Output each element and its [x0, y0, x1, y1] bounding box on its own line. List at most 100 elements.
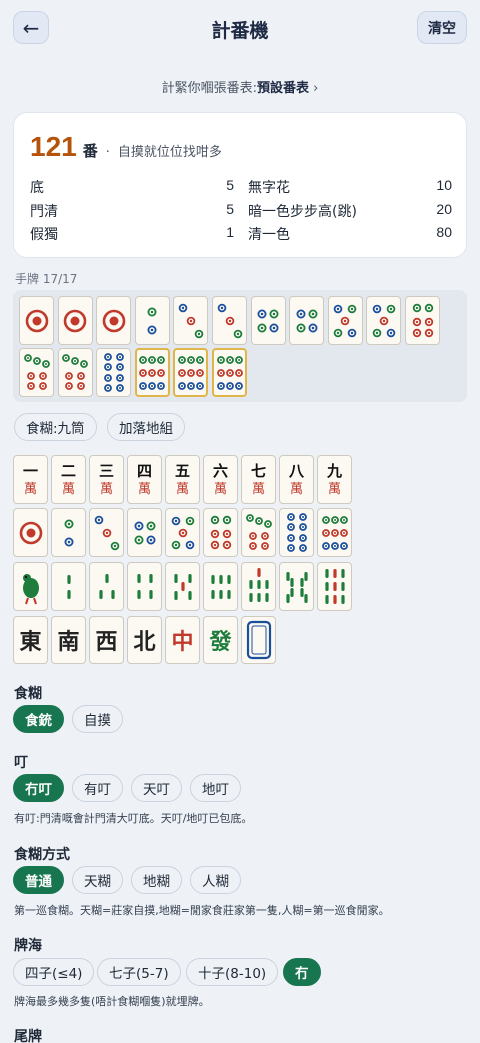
- option-wall-4[interactable]: 四子(≤4): [13, 958, 95, 986]
- dot-tile[interactable]: [317, 508, 352, 557]
- man-tile[interactable]: 三萬: [89, 455, 124, 504]
- option-wall-7[interactable]: 七子(5-7): [97, 958, 181, 986]
- dot-tile[interactable]: [279, 508, 314, 557]
- bamboo-tile[interactable]: [279, 562, 314, 611]
- faan-row: 門清 5: [30, 201, 234, 221]
- honor-tile[interactable]: 發: [203, 616, 238, 664]
- bamboo-tile[interactable]: [127, 562, 162, 611]
- option-no-ding[interactable]: 冇叮: [13, 774, 64, 802]
- faan-value: 80: [436, 224, 452, 240]
- hand-tile[interactable]: [19, 296, 54, 345]
- man-tile-suit: 萬: [61, 481, 75, 497]
- faan-name: 無字花: [248, 180, 290, 196]
- man-tile-face: 八萬: [288, 461, 304, 497]
- payout-summary: 自摸就位位找咁多: [117, 145, 222, 160]
- option-human[interactable]: 人糊: [190, 866, 241, 894]
- man-tile-suit: 萬: [99, 481, 113, 497]
- option-self-draw[interactable]: 自摸: [72, 705, 123, 733]
- score-line: 121 番 · 自摸就位位找咁多: [30, 131, 222, 163]
- dot-tile[interactable]: [165, 508, 200, 557]
- honor-tile-char: 發: [209, 630, 232, 655]
- bamboo-tile[interactable]: [241, 562, 276, 611]
- hand-tile[interactable]: [96, 296, 132, 345]
- honor-tile[interactable]: 西: [89, 616, 124, 664]
- man-tile-number: 一: [22, 461, 38, 480]
- dot-tile[interactable]: [13, 508, 48, 557]
- man-tile[interactable]: 四萬: [127, 455, 162, 504]
- dot-tile[interactable]: [127, 508, 162, 557]
- clear-button[interactable]: 清空: [417, 11, 467, 44]
- faan-name: 清一色: [248, 227, 290, 243]
- bamboo-tile[interactable]: [203, 562, 238, 611]
- hand-tile[interactable]: [405, 296, 440, 345]
- faan-row: 暗一色步步高(跳) 20: [248, 201, 452, 221]
- option-earth-ding[interactable]: 地叮: [190, 774, 241, 802]
- option-ding[interactable]: 有叮: [72, 774, 123, 802]
- option-heavenly[interactable]: 天糊: [72, 866, 123, 894]
- honor-tile-char: 西: [95, 630, 118, 655]
- dot-tile[interactable]: [51, 508, 86, 557]
- hand-tile[interactable]: [366, 296, 402, 345]
- bamboo-tile[interactable]: [89, 562, 124, 611]
- option-normal[interactable]: 普通: [13, 866, 64, 894]
- hand-tile[interactable]: [57, 348, 93, 397]
- faan-name: 暗一色步步高(跳): [248, 204, 357, 220]
- honor-tile[interactable]: 北: [127, 616, 162, 664]
- rule-table-link[interactable]: 計緊你嗰張番表:預設番表 ›: [0, 77, 480, 96]
- man-tile-number: 二: [60, 461, 76, 480]
- option-earthly[interactable]: 地糊: [131, 866, 182, 894]
- man-tile-suit: 萬: [289, 481, 303, 497]
- man-tile[interactable]: 一萬: [13, 455, 48, 504]
- honor-tile-char: 中: [171, 630, 194, 655]
- man-tile-number: 七: [250, 461, 266, 480]
- hand-tile[interactable]: [173, 296, 209, 345]
- dot-tile[interactable]: [89, 508, 124, 557]
- win-tile-chip[interactable]: 食糊:九筒: [14, 413, 97, 441]
- man-tile[interactable]: 五萬: [165, 455, 200, 504]
- hand-tile[interactable]: [327, 296, 363, 345]
- dot-tile[interactable]: [203, 508, 238, 557]
- hand-count-label: 手牌 17/17: [15, 272, 78, 286]
- hand-tile[interactable]: [96, 348, 132, 397]
- flower-tile[interactable]: [241, 616, 276, 664]
- hand-tile[interactable]: [134, 348, 170, 397]
- total-faan: 121: [30, 131, 77, 162]
- hand-tile[interactable]: [250, 296, 286, 345]
- hand-tile[interactable]: [57, 296, 93, 345]
- hand-tile[interactable]: [19, 348, 54, 397]
- man-tile-number: 八: [288, 461, 304, 480]
- bamboo-tile[interactable]: [317, 562, 352, 611]
- option-self-discard[interactable]: 食銃: [13, 705, 64, 733]
- honor-tile[interactable]: 東: [13, 616, 48, 664]
- add-meld-chip[interactable]: 加落地組: [107, 413, 185, 441]
- man-tile-number: 六: [212, 461, 228, 480]
- ding-note: 有叮:門清嘅會計門清大叮底。天叮/地叮已包底。: [14, 812, 253, 825]
- honor-tile[interactable]: 南: [51, 616, 86, 664]
- man-tile-face: 一萬: [22, 461, 38, 496]
- man-tile-number: 四: [136, 461, 152, 480]
- dot-tile[interactable]: [241, 508, 276, 557]
- hand-tile[interactable]: [134, 296, 170, 345]
- faan-value: 5: [226, 201, 234, 217]
- man-tile[interactable]: 九萬: [317, 455, 352, 504]
- bamboo-tile[interactable]: [13, 562, 48, 611]
- man-tile-suit: 萬: [251, 481, 265, 497]
- hand-tile[interactable]: [289, 296, 325, 345]
- man-tile[interactable]: 二萬: [51, 455, 86, 504]
- faan-unit: 番: [82, 142, 98, 160]
- honor-tile-char: 南: [57, 630, 80, 655]
- option-wall-10[interactable]: 十子(8-10): [186, 958, 279, 986]
- hand-tile[interactable]: [173, 348, 209, 397]
- option-wall-none[interactable]: 冇: [283, 958, 321, 986]
- bamboo-tile[interactable]: [51, 562, 86, 611]
- honor-tile[interactable]: 中: [165, 616, 200, 664]
- bamboo-tile[interactable]: [165, 562, 200, 611]
- option-heaven-ding[interactable]: 天叮: [131, 774, 182, 802]
- man-tile[interactable]: 七萬: [241, 455, 276, 504]
- man-tile[interactable]: 八萬: [279, 455, 314, 504]
- man-tile-face: 四萬: [136, 461, 152, 496]
- win-method-note: 第一巡食糊。天糊=莊家自摸,地糊=閒家食莊家第一隻,人糊=第一巡食閒家。: [14, 904, 390, 917]
- hand-tile[interactable]: [212, 348, 247, 397]
- hand-tile[interactable]: [212, 296, 247, 345]
- man-tile[interactable]: 六萬: [203, 455, 238, 504]
